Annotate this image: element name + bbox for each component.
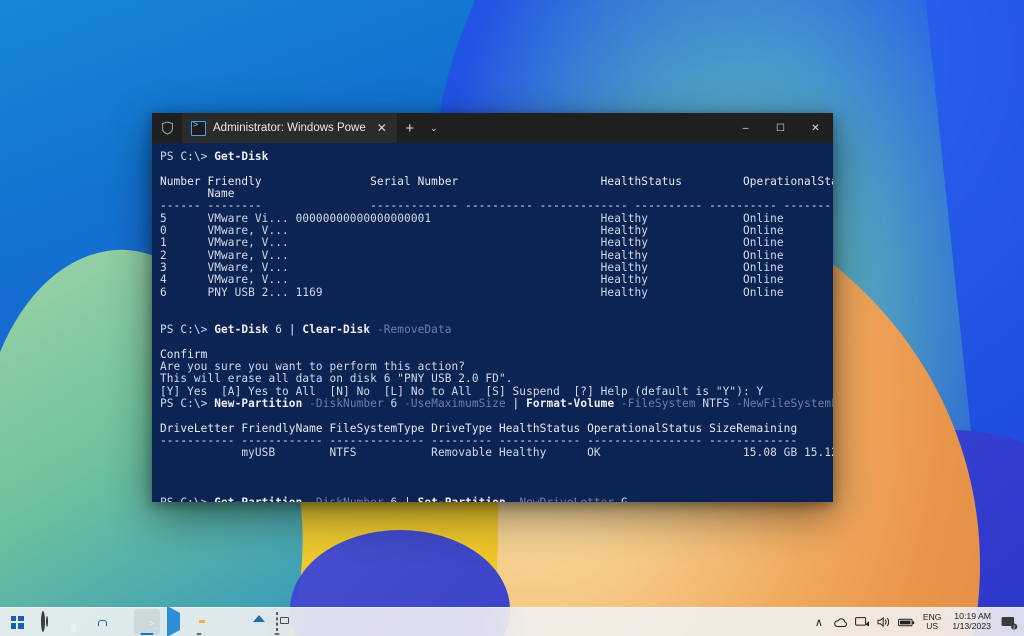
console-text: -RemoveData [370,323,451,336]
store-button[interactable] [82,609,108,635]
vscode-button[interactable] [160,609,186,635]
tray-expand-chevron-icon[interactable]: ∧ [809,611,829,633]
console-text: | [289,323,303,336]
file-explorer-button[interactable] [186,609,212,635]
battery-icon[interactable] [897,611,917,633]
network-icon[interactable] [853,611,873,633]
console-line-blank-2 [160,299,833,311]
language-line-2: US [923,622,941,632]
console-line-blank-6 [160,460,833,472]
console-text: Format-Volume [526,397,614,410]
console-text: Get-Partition [214,496,302,502]
close-window-button[interactable]: ✕ [798,113,833,143]
console-text: [Y] Yes [A] Yes to All [N] No [L] No to … [160,385,763,398]
console-text: -UseMaximumSize [397,397,505,410]
volume-icon[interactable] [875,611,895,633]
console-text: -NewFileSystemLabel [730,397,833,410]
maximize-button[interactable]: ☐ [763,113,798,143]
notification-center-button[interactable]: 2 [998,611,1020,633]
taskbar: ∧ [0,607,1024,636]
new-tab-button[interactable]: + [397,113,423,143]
console-text: -FileSystem [614,397,695,410]
console-line-prompt-get-disk: PS C:\> Get-Disk [160,151,833,163]
console-text: DriveLetter FriendlyName FileSystemType … [160,422,833,435]
console-text: 2 VMware, V... Healthy Online 20 GB GPT [160,249,833,262]
console-text: This will erase all data on disk 6 "PNY … [160,372,513,385]
powershell-icon [191,121,206,136]
console-line-prompt-get-partition: PS C:\> Get-Partition -DiskNumber 6 | Se… [160,497,833,502]
console-line-prompt-new-partition: PS C:\> New-Partition -DiskNumber 6 -Use… [160,398,833,410]
system-tray: ∧ [809,611,1024,633]
clock-date: 1/13/2023 [952,622,991,632]
console-line-disk-row-6: 6 PNY USB 2... 1169 Healthy Online 15.12… [160,287,833,299]
console-text: ----------- ------------ -------------- … [160,434,833,447]
console-text: New-Partition [214,397,302,410]
console-text: PS C:\> [160,150,214,163]
window-controls: – ☐ ✕ [728,113,833,143]
snipping-tool-button[interactable] [264,609,290,635]
language-indicator[interactable]: ENG US [919,613,945,632]
console-text: Get-Disk [214,323,268,336]
console-text: Number Friendly Serial Number HealthStat… [160,175,833,188]
console-text: Get-Disk [214,150,268,163]
edge-button[interactable] [108,609,134,635]
photos-button[interactable] [238,609,264,635]
terminal-titlebar[interactable]: Administrator: Windows Powe ✕ + ⌄ – ☐ ✕ [152,113,833,143]
console-text: NTFS [696,397,730,410]
console-text: 3 VMware, V... Healthy Online 20 GB GPT [160,261,833,274]
console-text: 6 [384,496,398,502]
console-text: Confirm [160,348,207,361]
shield-icon [152,113,182,143]
console-text: G [614,496,628,502]
windows-logo-icon [11,616,24,629]
chevron-down-icon[interactable]: ⌄ [423,113,445,143]
console-text: Name Style [160,187,833,200]
console-text: ------ -------- ------------- ----------… [160,199,833,212]
windows-terminal-window: Administrator: Windows Powe ✕ + ⌄ – ☐ ✕ … [152,113,833,502]
snip-icon [276,613,278,631]
minimize-button[interactable]: – [728,113,763,143]
console-text: | [506,397,526,410]
console-text: 4 VMware, V... Healthy Online 60 GB GPT [160,273,833,286]
widgets-button[interactable] [56,609,82,635]
console-line-blank-4 [160,336,833,348]
console-text: Are you sure you want to perform this ac… [160,360,465,373]
console-text: PS C:\> [160,496,214,502]
console-text: 6 PNY USB 2... 1169 Healthy Online 15.12… [160,286,833,299]
terminal-tab-title: Administrator: Windows Powe [213,122,366,134]
start-button[interactable] [4,609,30,635]
console-text: PS C:\> [160,397,214,410]
terminal-console-output[interactable]: PS C:\> Get-Disk Number Friendly Serial N… [152,143,833,502]
console-line-prompt-clear-disk: PS C:\> Get-Disk 6 | Clear-Disk -RemoveD… [160,324,833,336]
console-text: -DiskNumber [302,397,383,410]
clock[interactable]: 10:19 AM 1/13/2023 [947,612,996,632]
vscode-icon [167,613,180,631]
console-text: Set-Partition [418,496,506,502]
console-text: -NewDriveLetter [506,496,614,502]
console-text: Clear-Disk [302,323,370,336]
firefox-button[interactable] [212,609,238,635]
console-line-vol-row: myUSB NTFS Removable Healthy OK 15.08 GB… [160,447,833,459]
console-text: 6 [268,323,288,336]
taskbar-app-buttons [0,609,290,635]
console-text: 6 [384,397,398,410]
console-text: 0 VMware, V... Healthy Online 20 GB GPT [160,224,833,237]
console-text: -DiskNumber [302,496,383,502]
console-text: 5 VMware Vi... 00000000000000000001 Heal… [160,212,833,225]
console-text: myUSB NTFS Removable Healthy OK 15.08 GB… [160,446,833,459]
console-text: 1 VMware, V... Healthy Online 20 GB MBR [160,236,833,249]
gear-icon [41,613,45,631]
terminal-button[interactable] [134,609,160,635]
close-tab-button[interactable]: ✕ [373,117,391,139]
settings-button[interactable] [30,609,56,635]
console-text: | [397,496,417,502]
desktop-screen: Administrator: Windows Powe ✕ + ⌄ – ☐ ✕ … [0,0,1024,636]
console-text: PS C:\> [160,323,214,336]
console-line-blank-7 [160,472,833,484]
terminal-tab[interactable]: Administrator: Windows Powe ✕ [182,113,397,143]
onedrive-cloud-icon[interactable] [831,611,851,633]
